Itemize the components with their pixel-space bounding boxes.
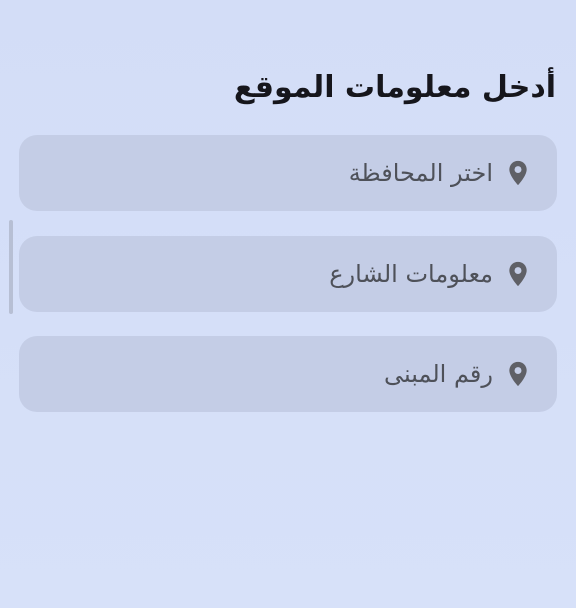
building-number-placeholder: رقم المبنى — [383, 360, 493, 388]
location-form-screen: أدخل معلومات الموقع اختر المحافظة معلوما… — [0, 0, 576, 608]
building-number-field[interactable]: رقم المبنى — [19, 336, 557, 412]
street-info-field[interactable]: معلومات الشارع — [19, 236, 557, 312]
governorate-placeholder: اختر المحافظة — [348, 159, 493, 187]
location-pin-icon — [509, 261, 527, 287]
scroll-indicator[interactable] — [9, 220, 13, 314]
governorate-select[interactable]: اختر المحافظة — [19, 135, 557, 211]
page-title: أدخل معلومات الموقع — [233, 70, 556, 105]
street-info-placeholder: معلومات الشارع — [329, 260, 493, 288]
location-pin-icon — [509, 361, 527, 387]
location-pin-icon — [509, 160, 527, 186]
